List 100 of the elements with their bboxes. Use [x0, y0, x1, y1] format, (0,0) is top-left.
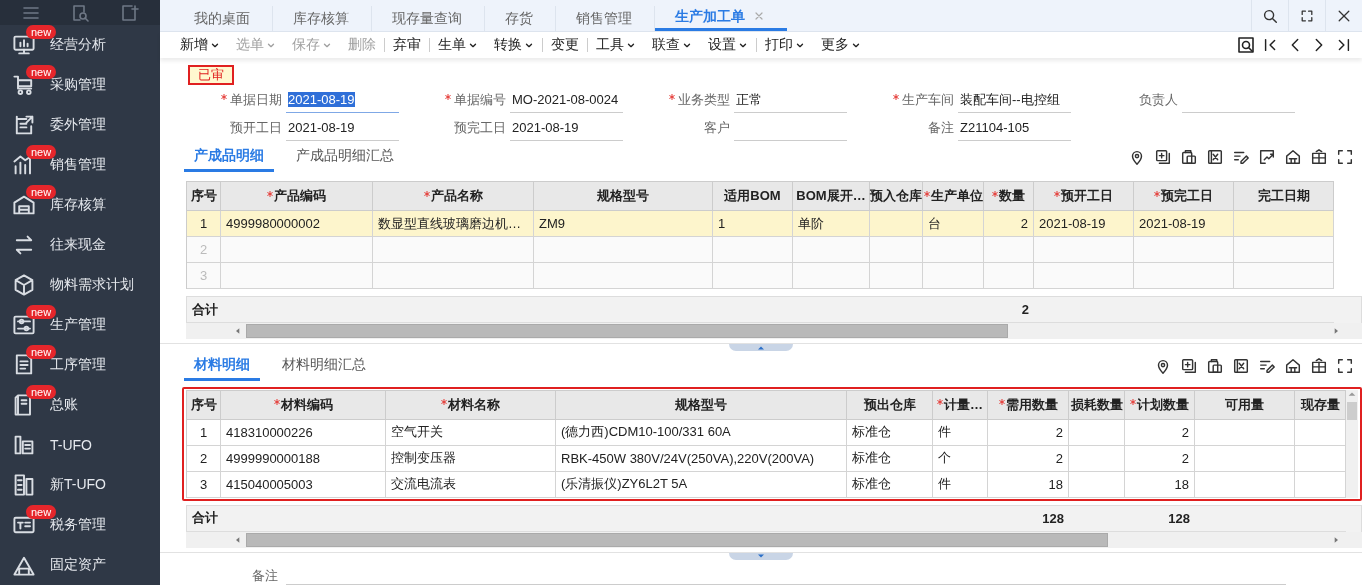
section-tab[interactable]: 产成品明细汇总	[286, 147, 404, 173]
toolbar-button[interactable]: 设置	[700, 35, 756, 54]
section-tab[interactable]: 产成品明细	[184, 147, 274, 173]
sidebar-item[interactable]: 库存核算 new	[0, 185, 160, 225]
sidebar-item[interactable]: 往来现金	[0, 225, 160, 265]
sidebar-label: 物料需求计划	[50, 276, 134, 294]
table-cell: 4999980000002	[221, 211, 373, 238]
input-field[interactable]: 2021-08-19	[286, 115, 399, 141]
sidebar-item[interactable]: 物料需求计划	[0, 265, 160, 305]
sidebar-item[interactable]: 工序管理 new	[0, 345, 160, 385]
required-icon	[998, 399, 1005, 406]
toolbar-button[interactable]: 打印	[757, 35, 813, 54]
toolbar-button[interactable]: 变更	[543, 35, 587, 54]
split-columns-icon[interactable]	[1310, 356, 1328, 375]
table-cell: 2021-08-19	[1134, 211, 1234, 238]
add-row-icon[interactable]	[1154, 148, 1172, 167]
section-tab[interactable]: 材料明细汇总	[272, 355, 376, 381]
table-cell: 个	[933, 445, 988, 472]
tab[interactable]: 我的桌面	[174, 6, 273, 32]
report-icon	[12, 433, 36, 457]
input-field[interactable]: 装配车间--电控组	[958, 87, 1071, 113]
search-document-icon[interactable]	[70, 2, 90, 23]
field-label: 负责人	[1138, 90, 1178, 109]
new-badge: new	[26, 25, 57, 39]
sidebar-item[interactable]: 新T-UFO	[0, 465, 160, 505]
field-label: 生产车间	[851, 87, 954, 112]
input-field[interactable]: Z21104-105	[958, 115, 1071, 141]
sidebar-item[interactable]: T-UFO	[0, 425, 160, 465]
column-header: 产品编码	[221, 181, 373, 212]
field-label: 备注	[252, 566, 278, 585]
sidebar-item[interactable]: 委外管理	[0, 105, 160, 145]
vertical-scrollbar[interactable]	[1346, 389, 1358, 498]
delete-row-icon[interactable]	[1206, 148, 1224, 167]
input-field[interactable]: MO-2021-08-0024	[510, 87, 623, 113]
fullscreen-icon[interactable]	[1336, 148, 1354, 167]
column-header: 材料编码	[221, 389, 386, 420]
scroll-thumb[interactable]	[246, 324, 1008, 339]
required-icon	[445, 94, 451, 101]
sidebar-item[interactable]: 生产管理 new	[0, 305, 160, 345]
column-header: 适用BOM	[713, 181, 793, 212]
tab[interactable]: 库存核算	[273, 6, 372, 32]
table-cell: 415040005003	[221, 471, 386, 498]
sidebar-item[interactable]: 税务管理 new	[0, 505, 160, 545]
toolbar-button[interactable]: 转换	[486, 35, 542, 54]
sidebar-item[interactable]: 固定资产	[0, 545, 160, 585]
table-cell	[870, 263, 923, 290]
input-field[interactable]: 正常	[734, 87, 847, 113]
sidebar-item[interactable]: 销售管理 new	[0, 145, 160, 185]
new-badge: new	[26, 345, 57, 359]
toolbar-button[interactable]: 生单	[430, 35, 486, 54]
toolbar-button[interactable]: 工具	[588, 35, 644, 54]
collapse-handle[interactable]	[729, 552, 793, 560]
house-icon[interactable]	[1284, 356, 1302, 375]
preview-icon[interactable]	[1236, 34, 1256, 55]
delete-row-icon[interactable]	[1232, 356, 1250, 375]
required-icon	[669, 94, 675, 101]
table-cell: 4999990000188	[221, 445, 386, 472]
column-header: 完工日期	[1234, 181, 1334, 212]
new-badge: new	[26, 305, 57, 319]
scroll-thumb[interactable]	[246, 532, 1108, 547]
table-cell: (德力西)CDM10-100/331 60A	[556, 419, 847, 446]
split-columns-icon[interactable]	[1310, 148, 1328, 167]
house-icon[interactable]	[1284, 148, 1302, 167]
field-label: 预完工日	[453, 118, 506, 137]
table-cell	[870, 211, 923, 238]
input-field[interactable]: 2021-08-19	[286, 87, 399, 113]
column-header: 生产单位	[923, 181, 984, 212]
chart-image-icon[interactable]	[1258, 148, 1276, 167]
section-tab[interactable]: 材料明细	[184, 355, 260, 381]
tab[interactable]: 存货	[485, 6, 556, 32]
tab[interactable]: 现存量查询	[372, 6, 485, 32]
toolbar-button[interactable]: 新增	[172, 35, 228, 54]
field-label: 单据日期	[179, 87, 282, 112]
add-row-icon[interactable]	[1180, 356, 1198, 375]
table-cell: 控制变压器	[386, 445, 556, 472]
scroll-thumb[interactable]	[1347, 401, 1357, 420]
table-cell: 2	[984, 211, 1034, 238]
fullscreen-icon[interactable]	[1336, 356, 1354, 375]
copy-row-icon[interactable]	[1180, 148, 1198, 167]
copy-row-icon[interactable]	[1206, 356, 1224, 375]
horizontal-scrollbar[interactable]	[186, 323, 1362, 340]
tab[interactable]: 销售管理	[556, 6, 655, 32]
sidebar-item[interactable]: 采购管理 new	[0, 65, 160, 105]
input-field[interactable]: 2021-08-19	[510, 115, 623, 141]
toolbar-button[interactable]: 弃审	[385, 35, 429, 54]
toolbar-button[interactable]: 联查	[644, 35, 700, 54]
toolbar-button[interactable]: 更多	[813, 35, 869, 54]
sidebar-item[interactable]: 总账 new	[0, 385, 160, 425]
sidebar-label: 新T-UFO	[50, 476, 106, 494]
add-document-icon[interactable]	[119, 2, 140, 23]
collapse-handle[interactable]	[729, 344, 793, 352]
grid-document-icon	[12, 473, 36, 497]
table-cell	[923, 263, 984, 290]
table-cell: 2	[1125, 445, 1195, 472]
column-header: 规格型号	[556, 389, 847, 420]
new-badge: new	[26, 385, 57, 399]
column-header: 预开工日	[1034, 181, 1134, 212]
required-icon	[893, 94, 899, 101]
sidebar-item[interactable]: 经营分析 new	[0, 25, 160, 65]
sidebar-label: 税务管理	[50, 516, 106, 534]
